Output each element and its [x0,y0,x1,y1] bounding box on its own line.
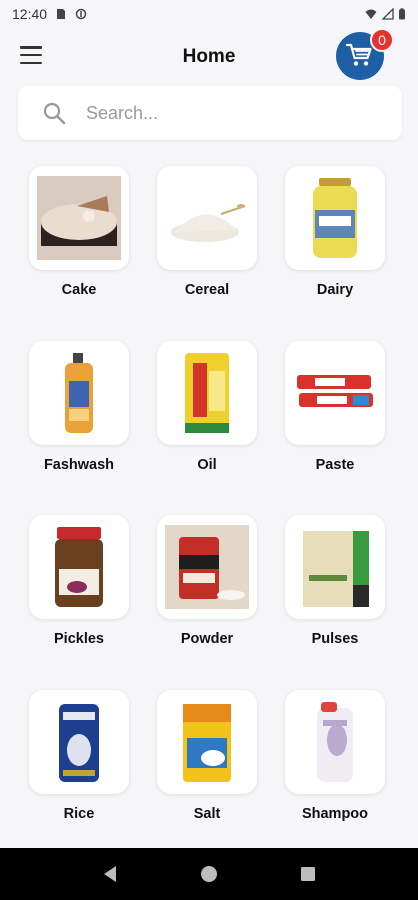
category-fashwash[interactable]: Fashwash [25,341,133,473]
pulses-image [303,531,369,607]
category-label: Pickles [54,631,104,647]
battery-icon [399,8,405,20]
category-label: Shampoo [301,806,369,822]
category-label: Paste [315,457,355,473]
status-left: 12:40 [12,6,87,22]
menu-icon[interactable] [20,46,42,64]
category-rice[interactable]: Rice [25,690,133,822]
category-label: Pulses [311,631,359,647]
category-label: Powder [180,631,234,647]
category-tile[interactable] [29,166,129,270]
category-label: Dairy [316,282,354,298]
category-pickles[interactable]: Pickles [25,515,133,647]
search-icon [43,102,66,125]
sim-card-icon [57,9,66,19]
category-tile[interactable] [157,166,257,270]
category-tile[interactable] [285,341,385,445]
signal-icon [382,8,394,20]
category-pulses[interactable]: Pulses [281,515,389,647]
cart-count-badge: 0 [370,28,394,52]
category-label: Rice [63,806,95,822]
sync-icon [75,8,87,20]
cart-icon [345,43,372,66]
search-input[interactable] [86,102,366,124]
category-tile[interactable] [285,166,385,270]
powder-image [165,525,249,609]
category-label: Cake [61,282,97,298]
cake-image [37,176,121,260]
status-time: 12:40 [12,6,48,22]
category-cereal[interactable]: Cereal [153,166,261,298]
home-nav-icon[interactable] [197,862,221,886]
wifi-icon [365,9,377,19]
page-title: Home [182,46,236,67]
back-nav-icon[interactable] [98,862,122,886]
paste-image [297,375,373,407]
category-tile[interactable] [157,515,257,619]
category-tile[interactable] [29,690,129,794]
category-salt[interactable]: Salt [153,690,261,822]
category-label: Cereal [184,282,230,298]
search-bar[interactable] [18,86,402,140]
category-label: Salt [193,806,221,822]
status-right [364,8,406,20]
category-cake[interactable]: Cake [25,166,133,298]
pickles-image [55,527,103,607]
category-tile[interactable] [29,341,129,445]
category-tile[interactable] [157,341,257,445]
fashwash-image [65,353,93,433]
category-label: Fashwash [43,457,115,473]
category-oil[interactable]: Oil [153,341,261,473]
salt-image [183,704,231,782]
recents-nav-icon[interactable] [296,862,320,886]
category-label: Oil [197,457,217,473]
category-tile[interactable] [285,690,385,794]
cereal-image [171,204,246,242]
status-bar: 12:40 [0,0,418,28]
system-nav-bar [0,848,418,900]
category-dairy[interactable]: Dairy [281,166,389,298]
category-paste[interactable]: Paste [281,341,389,473]
dairy-image [313,178,357,258]
category-tile[interactable] [29,515,129,619]
category-powder[interactable]: Powder [153,515,261,647]
category-shampoo[interactable]: Shampoo [281,690,389,822]
category-tile[interactable] [285,515,385,619]
shampoo-image [317,702,353,782]
oil-image [185,353,229,433]
category-tile[interactable] [157,690,257,794]
rice-image [59,704,99,782]
app-bar: Home 0 [0,28,418,86]
cart-button[interactable]: 0 [336,28,394,80]
